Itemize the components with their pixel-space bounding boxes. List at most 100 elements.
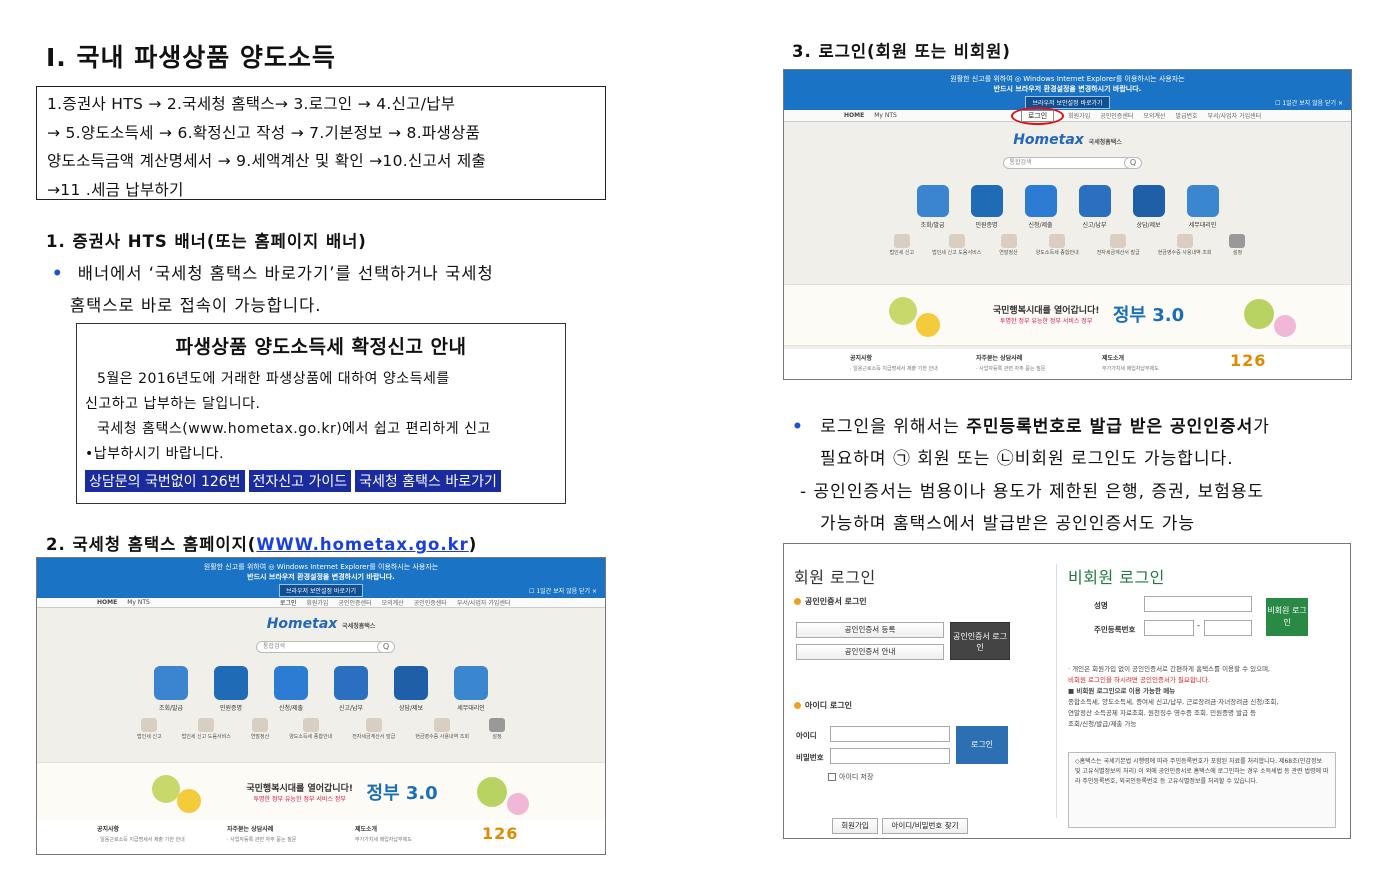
notice-paragraph: 5월은 2016년도에 거래한 파생상품에 대하여 양소득세를 [97, 371, 450, 387]
sub-icon[interactable]: 현금영수증 사용내역 조회 [415, 718, 469, 740]
hometax-url-link[interactable]: WWW.hometax.go.kr [256, 535, 468, 554]
nav-menu-item[interactable]: 회원가입 [306, 598, 328, 607]
bullet-text: 배너에서 ‘국세청 홈택스 바로가기’를 선택하거나 국세청 [77, 264, 494, 283]
icon-label: 조회/발급 [920, 222, 945, 229]
name-input[interactable] [1144, 596, 1252, 612]
icon-file-pay[interactable]: 신고/납부 [1078, 185, 1111, 229]
nav-home[interactable]: HOME [844, 112, 864, 119]
system-col[interactable]: 제도소개 부가가치세 매입자납부제도 [1102, 353, 1159, 372]
sub-icon[interactable]: 전자세금계산서 발급 [352, 718, 395, 740]
gov3-banner[interactable]: 국민행복시대를 열어갑니다! 투명한 정부 유능한 정부 서비스 정부 정부 3.… [784, 284, 1351, 346]
icon-consult[interactable]: 상담/제보 [394, 666, 428, 712]
sub-icon[interactable]: 양도소득세 종합안내 [289, 718, 332, 740]
call-126-badge: 126 [482, 824, 519, 843]
icon-inquiry[interactable]: 조회/발급 [916, 185, 949, 229]
icon-label: 상담/제보 [398, 705, 424, 712]
nav-myhts[interactable]: My NTS [874, 112, 897, 119]
nav-home[interactable]: HOME [97, 599, 117, 606]
sub-icon[interactable]: 법인세 신고 도움서비스 [182, 718, 231, 740]
sub-icon[interactable]: 설정 [1229, 234, 1246, 256]
nav-menu-item[interactable]: 모의계산 [382, 598, 404, 607]
bullet-bold-text: 주민등록번호로 발급 받은 공인인증서 [966, 417, 1254, 437]
cert-guide-button[interactable]: 공인인증서 안내 [796, 644, 944, 660]
login-button[interactable]: 로그인 [956, 726, 1008, 764]
system-col[interactable]: 제도소개 부가가치세 매입자납부제도 [355, 824, 412, 843]
gov3-banner[interactable]: 국민행복시대를 열어갑니다! 투명한 정부 유능한 정부 서비스 정부 정부 3.… [37, 762, 605, 822]
sub-icon[interactable]: 전자세금계산서 발급 [1097, 234, 1140, 256]
nav-menu-item[interactable]: 공인인증센터 [1100, 111, 1133, 121]
close-bar-button[interactable]: ☐ 1일간 보지 않음 닫기 × [529, 586, 597, 595]
guest-login-button[interactable]: 비회원 로그인 [1266, 598, 1308, 636]
sub-icon[interactable]: 현금영수증 사용내역 조회 [1158, 234, 1211, 256]
link-e-filing-guide[interactable]: 전자신고 가이드 [248, 470, 352, 493]
nav-myhts[interactable]: My NTS [127, 599, 150, 606]
nav-menu-item[interactable]: 부서/사업자 가입센터 [457, 598, 511, 607]
member-login-title: 회원 로그인 [794, 568, 876, 587]
guest-login-notes: · 개인은 회원가입 없이 공인인증서로 간편하게 홈택스를 이용할 수 있으며… [1068, 664, 1348, 730]
cert-register-button[interactable]: 공인인증서 등록 [796, 622, 944, 638]
banner-text: 국민행복시대를 열어갑니다! 투명한 정부 유능한 정부 서비스 정부 [246, 781, 353, 803]
icon-agent[interactable]: 세무대리인 [454, 666, 488, 712]
sub-icon[interactable]: 법인세 신고 [137, 718, 162, 740]
rrn-front-input[interactable] [1144, 620, 1194, 636]
login-screenshot: 회원 로그인 공인인증서 로그인 공인인증서 등록 공인인증서 안내 공인인증서… [783, 543, 1351, 839]
nav-login-button[interactable]: 로그인 [1020, 109, 1055, 122]
link-hometax-shortcut[interactable]: 국세청 홈택스 바로가기 [355, 470, 501, 493]
hometax-logo[interactable]: Hometax 국세청홈택스 [267, 616, 376, 632]
sub-icon[interactable]: 법인세 신고 [890, 234, 914, 256]
nav-login[interactable]: 로그인 [280, 598, 297, 607]
nav-menu-item[interactable]: 발급번호 [1175, 111, 1197, 121]
nav-menu-item[interactable]: 공인인증센터 [338, 598, 371, 607]
sub-icon-label: 연말정산 [250, 734, 270, 740]
password-input[interactable] [830, 748, 950, 764]
icon-apply[interactable]: 신청/제출 [274, 666, 308, 712]
banner-headline: 국민행복시대를 열어갑니다! [246, 784, 353, 794]
id-input[interactable] [830, 726, 950, 742]
icon-agent[interactable]: 세무대리인 [1186, 185, 1219, 229]
sub-icon-label: 법인세 신고 도움서비스 [932, 250, 982, 256]
col-title: 자주묻는 상담사례 [227, 826, 274, 833]
search-icon[interactable]: Q [377, 641, 395, 653]
sub-icon[interactable]: 법인세 신고 도움서비스 [932, 234, 981, 256]
sub-icon[interactable]: 연말정산 [999, 234, 1018, 256]
search-input[interactable]: 통합검색 [1002, 157, 1133, 169]
nav-menu-item[interactable]: 공인인증센터 [414, 598, 447, 607]
top-nav: HOME My NTS 로그인 회원가입 공인인증센터 모의계산 공인인증센터 … [37, 598, 605, 608]
nav-menu-item[interactable]: 부서/사업자 가입센터 [1208, 111, 1262, 121]
nav-menu-item[interactable]: 회원가입 [1068, 111, 1090, 121]
icon-consult[interactable]: 상담/제보 [1132, 185, 1165, 229]
sub-icon[interactable]: 연말정산 [251, 718, 269, 740]
save-id-checkbox[interactable] [828, 773, 836, 781]
gov3-logo: 정부 3.0 [1112, 305, 1185, 326]
faq-col[interactable]: 자주묻는 상담사례 · 사업자등록 관련 자주 묻는 질문 [227, 824, 296, 843]
step-line: → 5.양도소득세 → 6.확정신고 작성 → 7.기본정보 → 8.파생상품 [47, 123, 481, 142]
browser-settings-button[interactable]: 브라우저 보안설정 바로가기 [278, 584, 364, 597]
icon-certificate[interactable]: 민원증명 [970, 185, 1003, 229]
find-id-pw-button[interactable]: 아이디/비밀번호 찾기 [882, 818, 968, 834]
nav-menu-item[interactable]: 모의계산 [1143, 111, 1165, 121]
search-icon[interactable]: Q [1124, 157, 1142, 169]
icon-certificate[interactable]: 민원증명 [214, 666, 248, 712]
close-bar-button[interactable]: ☐ 1일간 보지 않음 닫기 × [1275, 98, 1343, 107]
hometax-logo[interactable]: Hometax 국세청홈택스 [1013, 132, 1122, 148]
hometax-screenshot-right: 원활한 신고를 위하여 ◎ Windows Internet Explorer를… [783, 69, 1352, 380]
search-input[interactable]: 통합검색 [256, 641, 386, 653]
save-id-option[interactable]: 아이디 저장 [828, 772, 873, 782]
sub-icon[interactable]: 설정 [488, 718, 505, 740]
icon-label: 신고/납부 [338, 705, 364, 712]
note-line: 조회/신청/발급/제출 가능 [1068, 720, 1137, 728]
notice-col[interactable]: 공지사항 · 일용근로소득 지급명세서 제출 기한 안내 [850, 353, 938, 372]
tax-notice-banner[interactable]: 파생상품 양도소득세 확정신고 안내 5월은 2016년도에 거래한 파생상품에… [76, 323, 566, 504]
sub-icon[interactable]: 양도소득세 종합안내 [1036, 234, 1079, 256]
faq-col[interactable]: 자주묻는 상담사례 · 사업자등록 관련 자주 묻는 질문 [976, 353, 1045, 372]
warning-text: 반드시 브라우저 환경설정을 변경하시기 바랍니다. [993, 85, 1142, 93]
join-button[interactable]: 회원가입 [832, 818, 878, 834]
notice-col[interactable]: 공지사항 · 일용근로소득 지급명세서 제출 기한 안내 [97, 824, 185, 843]
rrn-back-input[interactable] [1204, 620, 1252, 636]
link-consult-126[interactable]: 상담문의 국번없이 126번 [85, 470, 245, 493]
icon-apply[interactable]: 신청/제출 [1024, 185, 1057, 229]
cert-login-button[interactable]: 공인인증서 로그인 [950, 622, 1010, 660]
icon-file-pay[interactable]: 신고/납부 [334, 666, 368, 712]
note-line: 연말정산 소득공제 자료조회, 원천징수 영수증 조회, 민원증명 발급 등 [1068, 709, 1257, 717]
icon-inquiry[interactable]: 조회/발급 [154, 666, 188, 712]
